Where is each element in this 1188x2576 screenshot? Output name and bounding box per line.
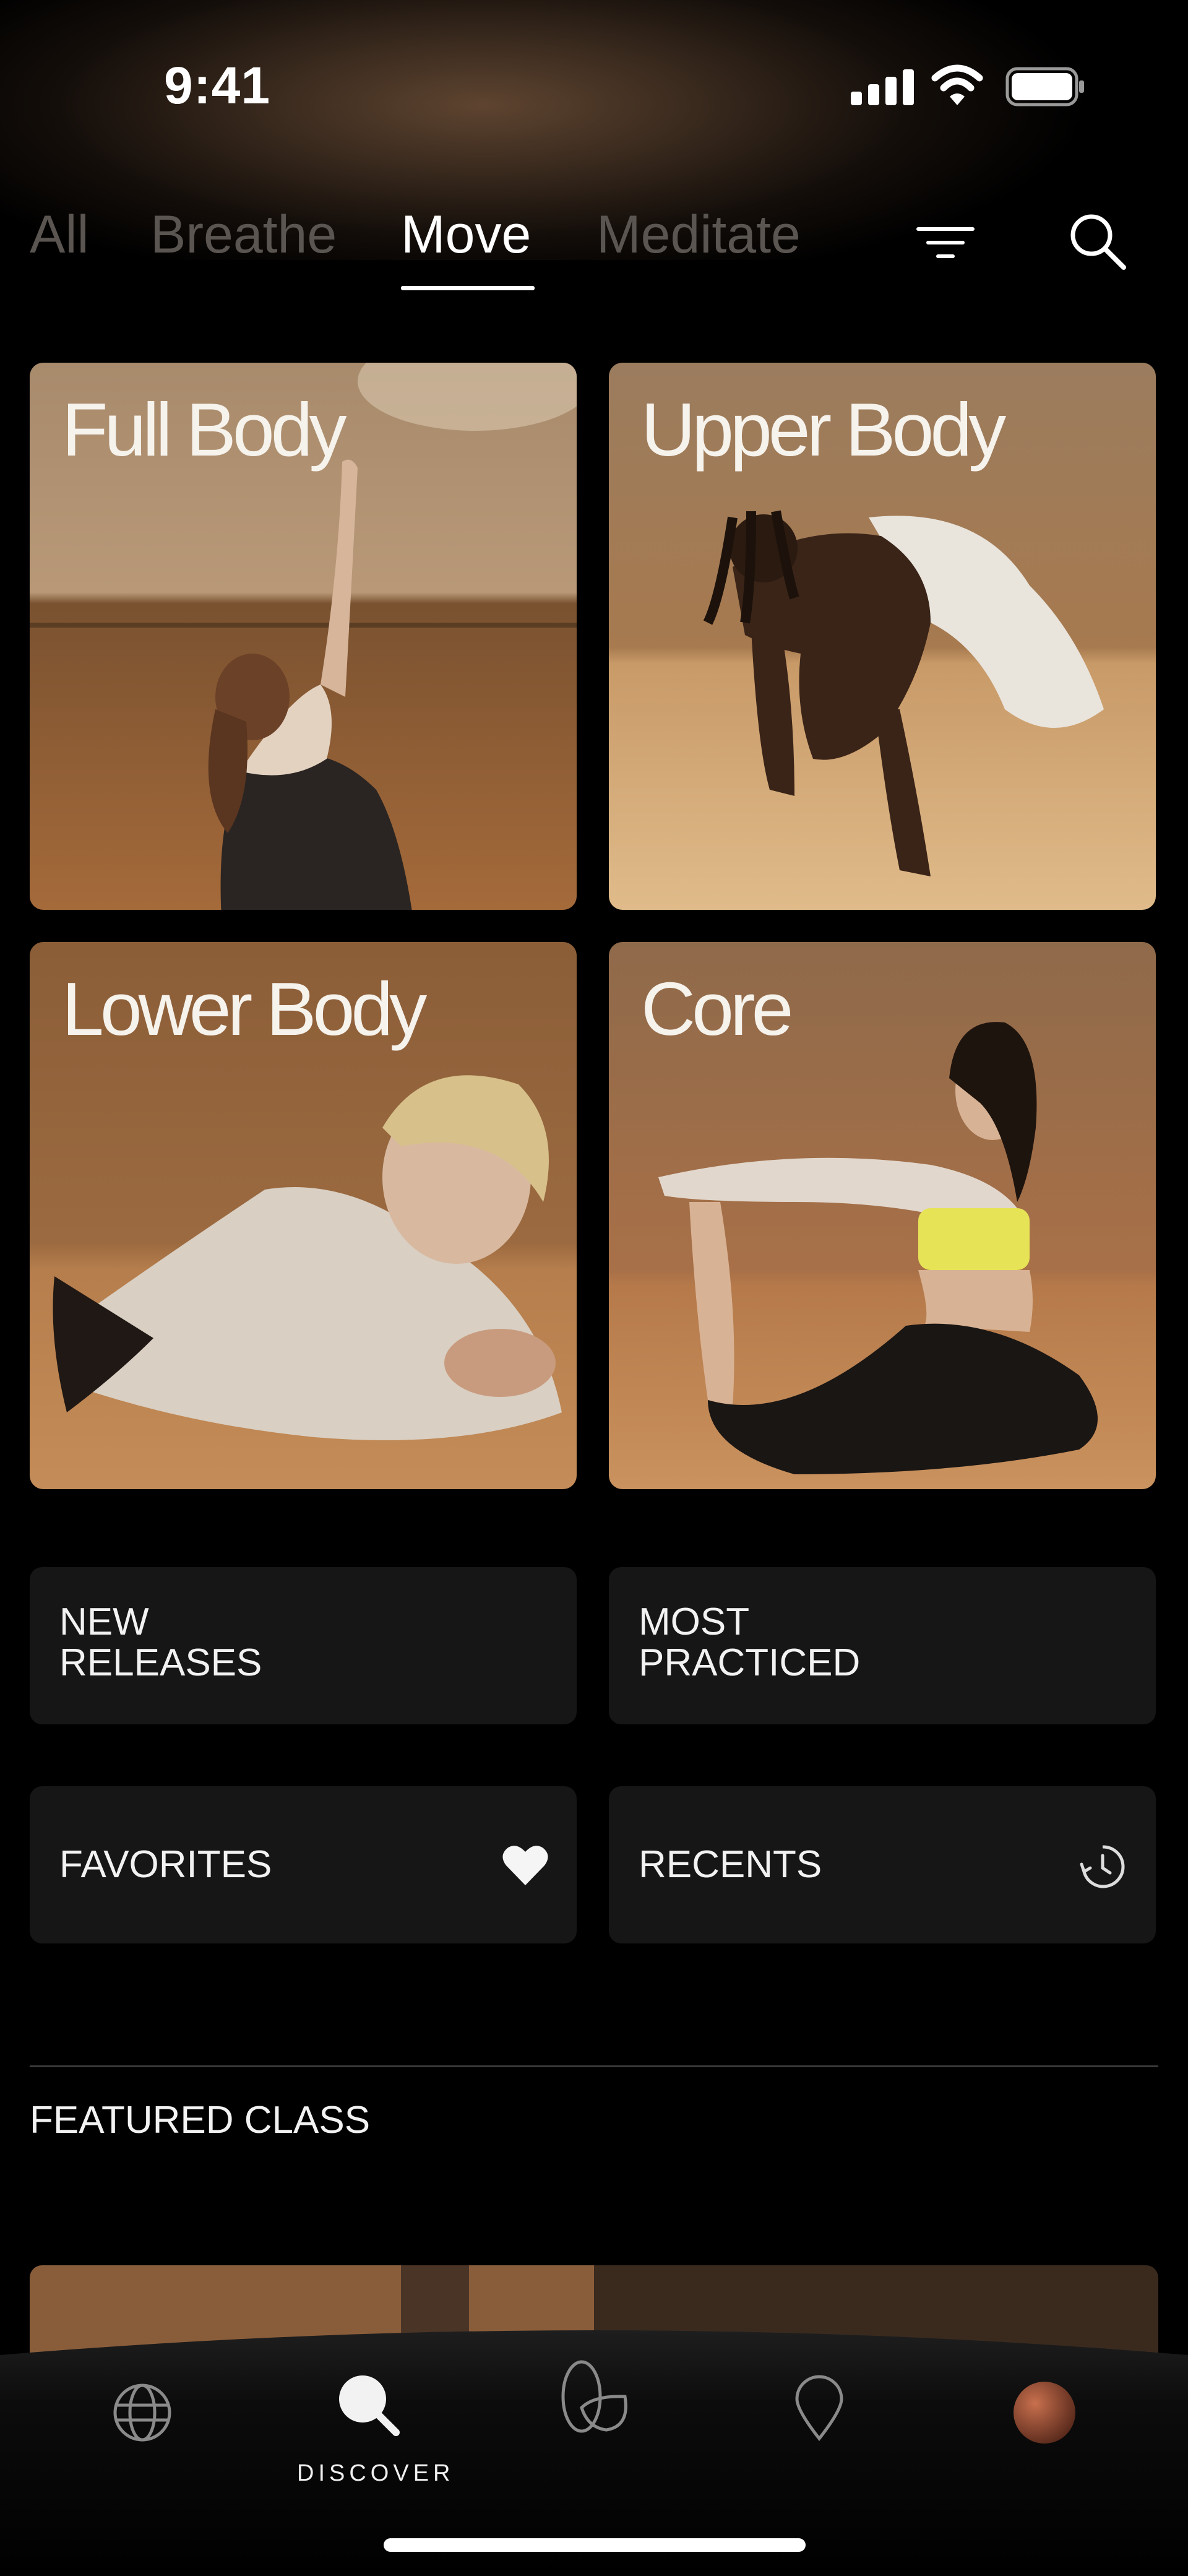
recents-button[interactable]: RECENTS <box>609 1786 1156 1943</box>
favorites-button[interactable]: FAVORITES <box>30 1786 577 1943</box>
avatar[interactable] <box>1012 2380 1077 2445</box>
heart-icon <box>502 1846 548 1885</box>
card-label: MOST PRACTICED <box>639 1601 861 1684</box>
cellular-signal-icon <box>851 68 914 105</box>
category-label: Upper Body <box>641 387 1006 472</box>
card-label: FAVORITES <box>59 1843 272 1886</box>
history-clock-icon <box>1080 1845 1125 1888</box>
category-tile-upper-body[interactable]: Upper Body <box>609 363 1156 910</box>
tab-breathe[interactable]: Breathe <box>150 204 337 266</box>
category-label: Lower Body <box>62 967 427 1051</box>
category-label: Core <box>641 967 793 1051</box>
category-tile-lower-body[interactable]: Lower Body <box>30 942 577 1489</box>
most-practiced-button[interactable]: MOST PRACTICED <box>609 1567 1156 1724</box>
location-pin-icon[interactable] <box>794 2374 844 2442</box>
card-label: NEW RELEASES <box>59 1601 262 1684</box>
status-bar: 9:41 <box>0 0 1188 173</box>
new-releases-button[interactable]: NEW RELEASES <box>30 1567 577 1724</box>
discover-search-icon[interactable] <box>334 2371 402 2439</box>
tab-meditate[interactable]: Meditate <box>596 204 801 266</box>
card-label: RECENTS <box>639 1843 822 1886</box>
section-divider <box>30 2065 1158 2067</box>
filter-lines-icon[interactable] <box>916 224 975 261</box>
bottom-nav-bar <box>0 2330 1188 2576</box>
wifi-icon <box>931 64 983 105</box>
home-indicator <box>384 2538 806 2552</box>
tab-move[interactable]: Move <box>401 204 531 266</box>
tab-all[interactable]: All <box>30 204 89 266</box>
battery-icon <box>1005 67 1084 106</box>
status-time: 9:41 <box>164 56 271 115</box>
category-tile-core[interactable]: Core <box>609 942 1156 1489</box>
category-tile-full-body[interactable]: Full Body <box>30 363 577 910</box>
nav-label-discover: DISCOVER <box>297 2460 455 2486</box>
body-icon[interactable] <box>557 2358 635 2436</box>
active-tab-indicator <box>401 286 535 290</box>
featured-class-heading: FEATURED CLASS <box>30 2099 371 2142</box>
category-label: Full Body <box>62 387 347 472</box>
search-icon[interactable] <box>1067 210 1129 272</box>
globe-icon[interactable] <box>110 2380 174 2445</box>
